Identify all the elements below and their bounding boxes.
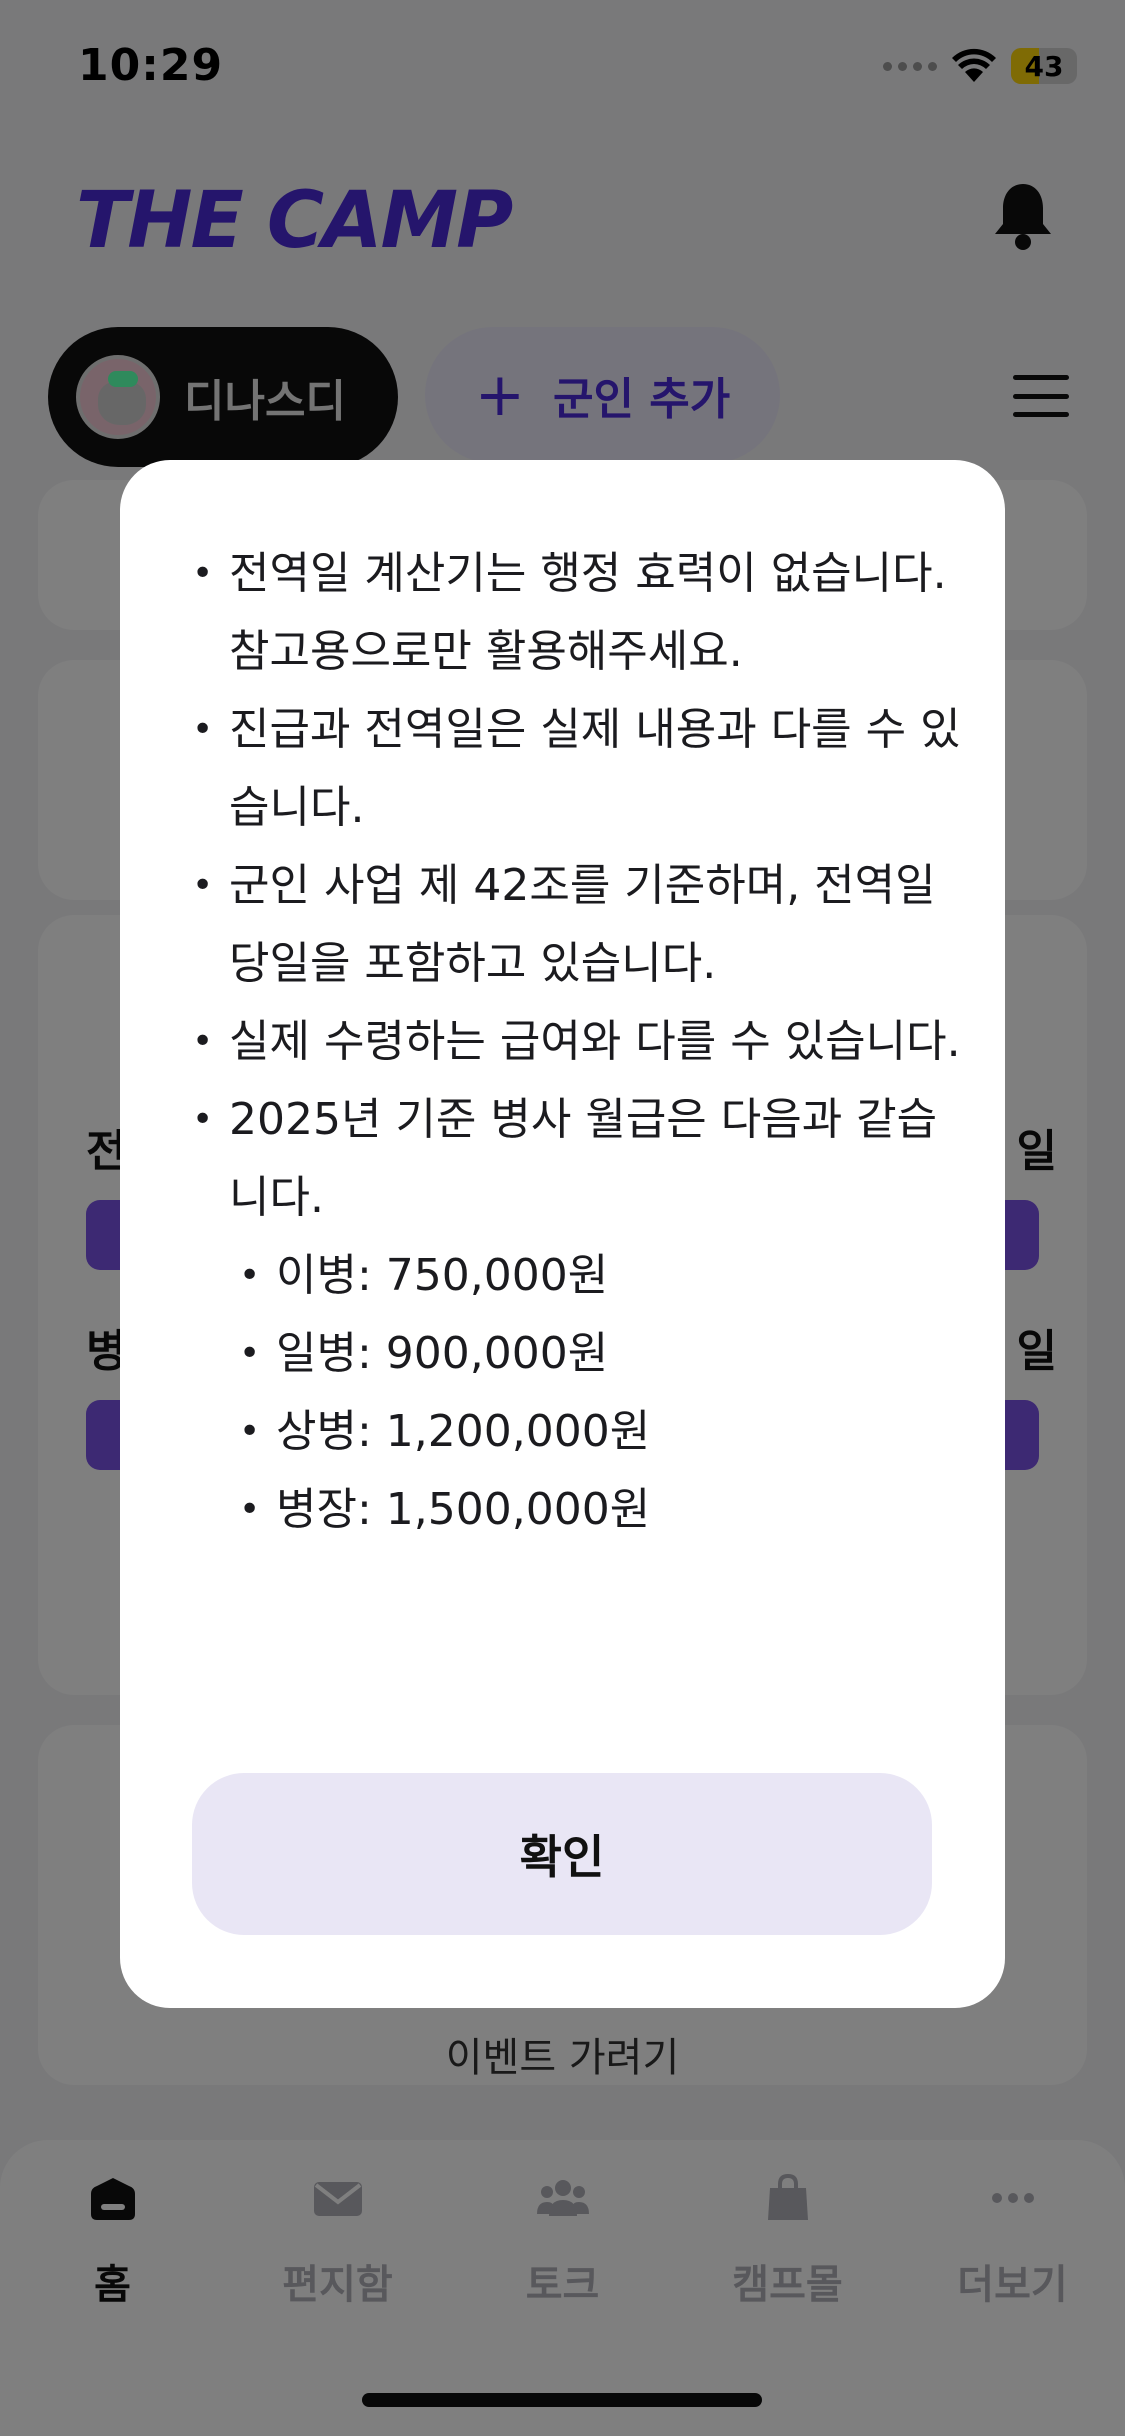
notice-text: 군인 사업 제 42조를 기준하며, 전역일 당일을 포함하고 있습니다. [229, 860, 936, 989]
salary-list: 이병: 750,000원 일병: 900,000원 상병: 1,200,000원… [229, 1237, 962, 1549]
salary-item: 일병: 900,000원 [239, 1315, 962, 1393]
confirm-button[interactable]: 확인 [192, 1773, 932, 1935]
salary-item: 병장: 1,500,000원 [239, 1471, 962, 1549]
notice-item: 전역일 계산기는 행정 효력이 없습니다. 참고용으로만 활용해주세요. [192, 535, 962, 691]
notice-text: 전역일 계산기는 행정 효력이 없습니다. [229, 548, 947, 599]
notice-text: 실제 수령하는 급여와 다를 수 있습니다. [229, 1016, 961, 1067]
notice-item: 실제 수령하는 급여와 다를 수 있습니다. [192, 1003, 962, 1081]
notice-item: 진급과 전역일은 실제 내용과 다를 수 있습니다. [192, 691, 962, 847]
notice-subtext: 참고용으로만 활용해주세요. [229, 626, 743, 677]
notice-item: 군인 사업 제 42조를 기준하며, 전역일 당일을 포함하고 있습니다. [192, 847, 962, 1003]
salary-item: 상병: 1,200,000원 [239, 1393, 962, 1471]
notice-text: 진급과 전역일은 실제 내용과 다를 수 있습니다. [229, 704, 961, 833]
notice-text: 2025년 기준 병사 월급은 다음과 같습니다. [229, 1094, 938, 1223]
salary-item: 이병: 750,000원 [239, 1237, 962, 1315]
notice-list: 전역일 계산기는 행정 효력이 없습니다. 참고용으로만 활용해주세요. 진급과… [192, 535, 962, 1549]
notice-dialog: 전역일 계산기는 행정 효력이 없습니다. 참고용으로만 활용해주세요. 진급과… [120, 460, 1005, 2008]
notice-item: 2025년 기준 병사 월급은 다음과 같습니다. 이병: 750,000원 일… [192, 1081, 962, 1549]
